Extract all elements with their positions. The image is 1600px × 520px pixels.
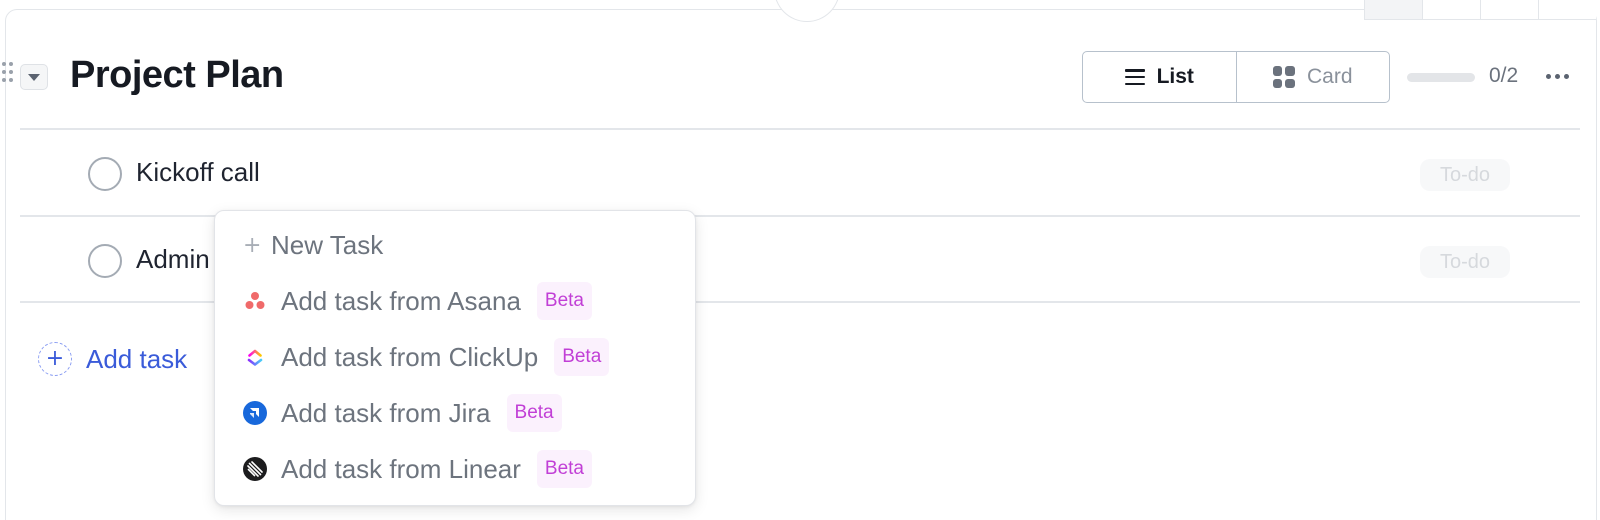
list-view-button[interactable]: List <box>1083 52 1237 102</box>
menu-item-new-task[interactable]: + New Task <box>215 217 695 273</box>
menu-item-label: Add task from ClickUp <box>281 341 539 372</box>
card-view-button[interactable]: Card <box>1237 52 1390 102</box>
add-task-dropdown-menu: + New Task Add task from Asana Beta Add … <box>214 210 696 506</box>
beta-badge: Beta <box>554 338 610 376</box>
top-tab-strip <box>1364 0 1596 20</box>
add-task-label: Add task <box>86 343 188 374</box>
top-tab[interactable] <box>1422 0 1480 20</box>
task-checkbox[interactable] <box>88 157 122 191</box>
beta-badge: Beta <box>506 394 562 432</box>
menu-item-jira[interactable]: Add task from Jira Beta <box>215 385 695 441</box>
collapse-toggle-button[interactable] <box>20 64 48 90</box>
card-view-label: Card <box>1306 65 1353 88</box>
task-row[interactable]: Kickoff call To-do <box>20 129 1580 215</box>
task-checkbox[interactable] <box>88 244 122 278</box>
list-icon <box>1124 69 1145 85</box>
task-name[interactable]: Kickoff call <box>136 157 260 188</box>
menu-item-linear[interactable]: Add task from Linear Beta <box>215 441 695 497</box>
list-view-label: List <box>1156 65 1194 88</box>
task-name[interactable]: Admin <box>136 244 210 275</box>
asana-icon <box>243 289 267 313</box>
jira-icon <box>243 401 267 425</box>
section-title: Project Plan <box>70 54 284 96</box>
progress-count: 0/2 <box>1489 64 1519 87</box>
menu-item-label: New Task <box>271 229 384 260</box>
add-task-button[interactable]: + Add task <box>38 342 187 376</box>
more-options-icon[interactable] <box>1546 74 1569 79</box>
status-badge[interactable]: To-do <box>1420 246 1510 278</box>
menu-item-label: Add task from Jira <box>281 397 491 428</box>
beta-badge: Beta <box>536 282 592 320</box>
linear-icon <box>243 457 267 481</box>
top-drag-knob[interactable] <box>774 0 840 22</box>
top-tab[interactable] <box>1364 0 1422 20</box>
menu-item-clickup[interactable]: Add task from ClickUp Beta <box>215 329 695 385</box>
view-toggle: List Card <box>1082 51 1390 103</box>
grid-icon <box>1272 66 1295 88</box>
beta-badge: Beta <box>536 450 592 488</box>
clickup-icon <box>243 345 267 369</box>
progress-bar <box>1407 73 1475 82</box>
drag-handle-icon[interactable] <box>2 62 14 88</box>
menu-item-label: Add task from Linear <box>281 453 521 484</box>
plus-circle-icon: + <box>38 342 72 376</box>
menu-item-label: Add task from Asana <box>281 285 521 316</box>
top-tab[interactable] <box>1480 0 1538 20</box>
plus-icon: + <box>243 232 262 258</box>
status-badge[interactable]: To-do <box>1420 159 1510 191</box>
menu-item-asana[interactable]: Add task from Asana Beta <box>215 273 695 329</box>
top-tab[interactable] <box>1538 0 1596 20</box>
